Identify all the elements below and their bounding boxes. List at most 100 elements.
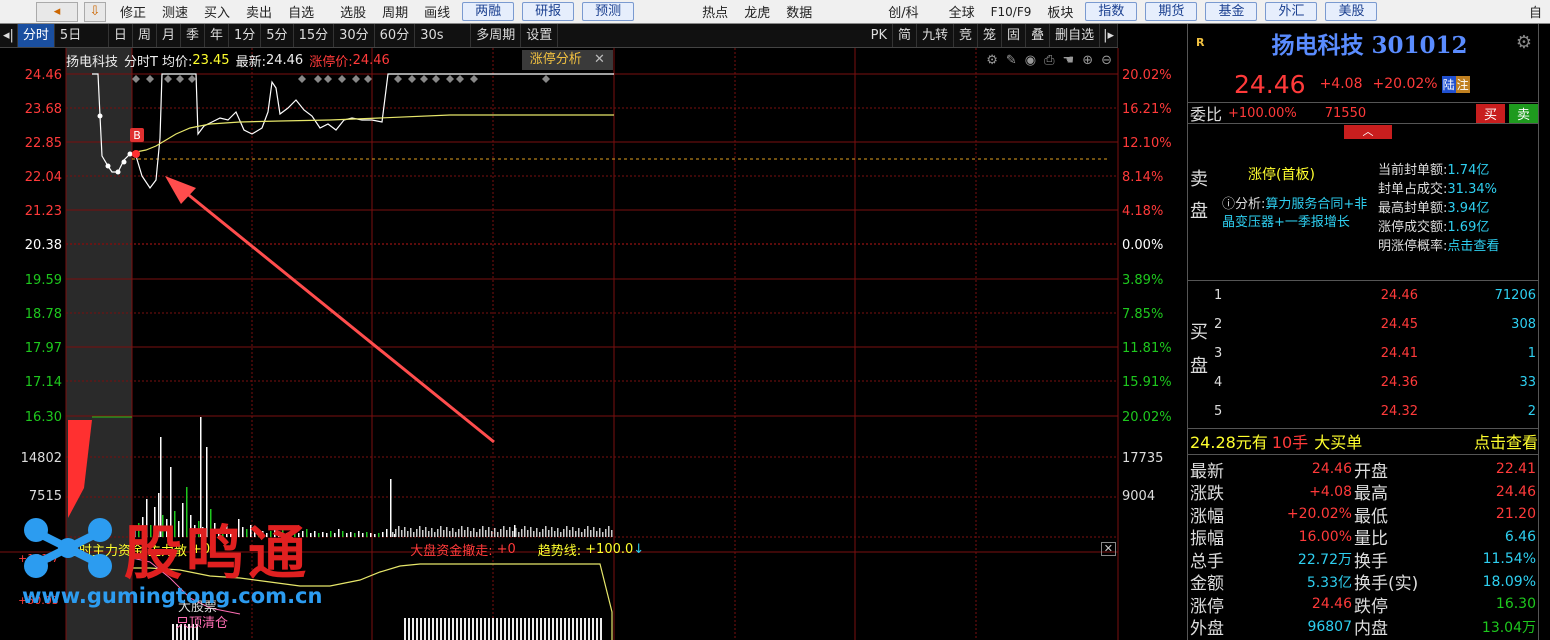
tab-intraday[interactable]: 分时	[17, 24, 55, 47]
stat-key: 金额	[1190, 574, 1224, 594]
seal-stat-value[interactable]: 点击查看	[1447, 239, 1499, 254]
menu-buy[interactable]: 买入	[196, 2, 238, 21]
pill-margin[interactable]: 两融	[462, 2, 515, 21]
pill-forex[interactable]: 外汇	[1265, 2, 1318, 21]
menu-period[interactable]: 周期	[374, 2, 416, 21]
limit-label: 涨停价:	[309, 54, 353, 70]
buy-button[interactable]: 买	[1475, 103, 1505, 123]
tab-week[interactable]: 周	[133, 24, 157, 47]
menu-global[interactable]: 全球	[941, 2, 983, 21]
indicator-outflow-val: +0	[496, 541, 516, 557]
tab-limit-analysis[interactable]: 涨停分析 ✕	[521, 50, 613, 70]
hand-icon[interactable]: ☚	[1063, 53, 1075, 68]
menu-sell[interactable]: 卖出	[238, 2, 280, 21]
close-icon[interactable]: ✕	[594, 52, 605, 67]
menu-watchlist[interactable]: 自选	[280, 2, 322, 21]
tab-5day[interactable]: 5日	[55, 24, 109, 47]
bid-row[interactable]: 5 24.32 2	[1214, 400, 1538, 422]
bid-row[interactable]: 4 24.36 33	[1214, 371, 1538, 393]
stat-key: 外盘	[1190, 619, 1224, 639]
tab-30min[interactable]: 30分	[334, 24, 375, 47]
bid-row[interactable]: 3 24.41 1	[1214, 342, 1538, 364]
tab-1min[interactable]: 1分	[229, 24, 262, 47]
right-axis-label: 7.85%	[1122, 307, 1163, 322]
pill-us-stocks[interactable]: 美股	[1325, 2, 1378, 21]
pill-futures[interactable]: 期货	[1145, 2, 1198, 21]
btn-pk[interactable]: PK	[866, 24, 893, 47]
eye-icon[interactable]: ◉	[1025, 53, 1036, 68]
sell-button[interactable]: 卖	[1508, 103, 1538, 123]
tag-lu: 陆	[1441, 75, 1456, 93]
menu-far-right[interactable]: 自	[1521, 2, 1550, 21]
tab-quarter[interactable]: 季	[181, 24, 205, 47]
pill-research[interactable]: 研报	[522, 2, 575, 21]
tab-30s[interactable]: 30s	[415, 24, 472, 47]
price-change: +4.08	[1319, 76, 1363, 92]
menu-screener[interactable]: 选股	[332, 2, 374, 21]
panel-toggle-icon[interactable]: |▸	[1100, 24, 1118, 47]
menu-speed[interactable]: 测速	[154, 2, 196, 21]
price-line	[92, 73, 614, 190]
tab-60min[interactable]: 60分	[375, 24, 416, 47]
tab-15min[interactable]: 15分	[294, 24, 335, 47]
bid-level: 5	[1214, 403, 1223, 419]
btn-overlay[interactable]: 叠	[1026, 24, 1051, 47]
btn-cage[interactable]: 笼	[978, 24, 1003, 47]
menu-fix[interactable]: 修正	[112, 2, 154, 21]
btn-auction[interactable]: 竞	[954, 24, 979, 47]
stat-value: 24.46	[1495, 483, 1536, 500]
back-button[interactable]: ◂	[36, 1, 78, 22]
tab-year[interactable]: 年	[205, 24, 229, 47]
annotation-arrow	[184, 190, 495, 444]
bid-level: 2	[1214, 316, 1223, 332]
menu-data[interactable]: 数据	[778, 2, 820, 21]
gear-icon[interactable]: ⚙	[986, 53, 998, 68]
menu-hot[interactable]: 热点	[694, 2, 736, 21]
pen-icon[interactable]: ✎	[1006, 53, 1017, 68]
close-indicator-icon[interactable]: ✕	[1100, 542, 1116, 556]
menu-chuangke[interactable]: 创/科	[880, 2, 926, 21]
pill-forecast[interactable]: 预测	[582, 2, 635, 21]
bid-price: 24.46	[1380, 287, 1418, 303]
stat-key: 最低	[1354, 506, 1388, 527]
seal-stat-key: 封单占成交:	[1378, 182, 1448, 197]
tab-5min[interactable]: 5分	[261, 24, 294, 47]
stat-value: +4.08	[1309, 483, 1352, 500]
left-price-axis: 24.46 23.68 22.85 22.04 21.23 20.38 19.59 18.78…	[21, 68, 62, 504]
tab-day[interactable]: 日	[109, 24, 133, 47]
bid-row[interactable]: 1 24.46 71206	[1214, 284, 1538, 306]
zoom-in-icon[interactable]: ⊕	[1082, 53, 1093, 68]
pill-funds[interactable]: 基金	[1205, 2, 1258, 21]
bid-row[interactable]: 2 24.45 308	[1214, 313, 1538, 335]
menu-f10[interactable]: F10/F9	[983, 5, 1040, 19]
menu-sector[interactable]: 板块	[1039, 2, 1081, 21]
btn-nine-turn[interactable]: 九转	[917, 24, 955, 47]
seal-stat-row: 最高封单额:3.94亿	[1378, 199, 1538, 218]
sell-side-label: 卖盘	[1190, 169, 1208, 222]
panel-scrollbar[interactable]	[1538, 24, 1550, 640]
left-axis-label: 19.59	[25, 273, 62, 288]
tab-multi-period[interactable]: 多周期	[471, 24, 522, 47]
btn-simple[interactable]: 简	[893, 24, 917, 47]
seal-stat-row[interactable]: 明涨停概率:点击查看	[1378, 237, 1538, 256]
menu-draw[interactable]: 画线	[416, 2, 458, 21]
big-order-link[interactable]: 点击查看	[1474, 429, 1538, 453]
chart-mode-icon[interactable]: ◂|	[0, 24, 18, 47]
pill-index[interactable]: 指数	[1085, 2, 1138, 21]
watermark-url: www.gumingtong.com.cn	[22, 584, 323, 608]
zoom-out-icon[interactable]: ⊖	[1101, 53, 1112, 68]
download-icon[interactable]: ⇩	[84, 1, 106, 22]
btn-fix[interactable]: 固	[1002, 24, 1027, 47]
collapse-icon[interactable]: ︿	[1344, 125, 1392, 139]
print-icon[interactable]: ⎙	[1044, 53, 1054, 68]
tab-settings[interactable]: 设置	[521, 24, 559, 47]
menu-dragon[interactable]: 龙虎	[736, 2, 778, 21]
stat-key: 涨幅	[1190, 506, 1224, 527]
stock-name: 扬电科技	[66, 54, 119, 70]
seal-stat-key: 最高封单额:	[1378, 201, 1448, 216]
btn-remove-watchlist[interactable]: 删自选	[1050, 24, 1101, 47]
gear-icon[interactable]: ⚙	[1516, 32, 1532, 53]
weibi-value: +100.00%	[1228, 105, 1297, 121]
stat-value: 13.04万	[1481, 619, 1536, 636]
tab-month[interactable]: 月	[157, 24, 181, 47]
